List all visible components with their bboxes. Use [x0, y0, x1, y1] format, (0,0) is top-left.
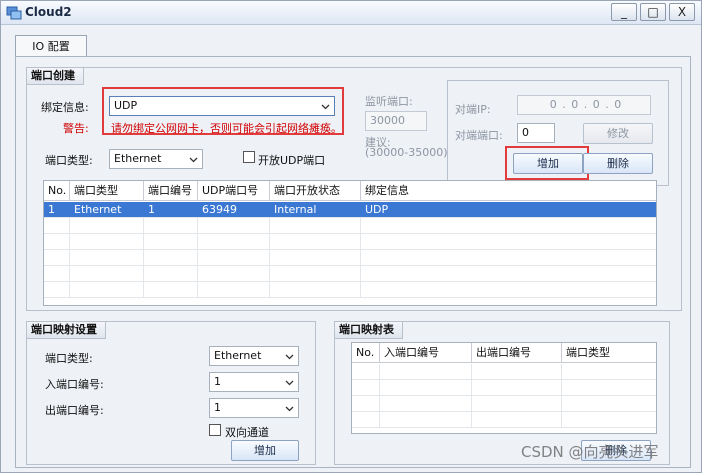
title-bar: Cloud2 _ □ X: [1, 1, 701, 25]
open-udp-checkbox[interactable]: [243, 151, 255, 163]
port-type-label: 端口类型:: [45, 154, 93, 167]
out-port-label: 出端口编号:: [45, 404, 104, 417]
window-title: Cloud2: [25, 5, 72, 19]
chevron-down-icon: [285, 406, 294, 412]
port-mapping-settings-title: 端口映射设置: [26, 321, 106, 339]
cell-open-state: Internal: [270, 202, 361, 217]
port-type-value: Ethernet: [114, 152, 162, 165]
empty-row: [44, 250, 656, 266]
chevron-down-icon: [321, 104, 330, 110]
close-button[interactable]: X: [669, 3, 695, 21]
binding-label: 绑定信息:: [41, 101, 89, 114]
chevron-down-icon: [189, 157, 198, 163]
port-create-title: 端口创建: [26, 67, 84, 85]
cloud2-window: Cloud2 _ □ X IO 配置 端口创建 绑定信息: UDP 警告: 请勿…: [0, 0, 702, 473]
col-port-number: 端口编号: [144, 181, 198, 201]
binding-value: UDP: [114, 99, 138, 112]
map-col-port-type: 端口类型: [566, 346, 610, 359]
map-col-in-port: 入端口编号: [380, 343, 472, 363]
col-port-type: 端口类型: [70, 181, 144, 201]
maximize-button[interactable]: □: [640, 3, 666, 21]
out-port-select[interactable]: 1: [209, 398, 299, 418]
map-col-no: No.: [352, 343, 380, 363]
map-port-type-label: 端口类型:: [45, 352, 93, 365]
cell-udp-port: 63949: [198, 202, 270, 217]
peer-ip-input[interactable]: 0 . 0 . 0 . 0: [517, 95, 651, 115]
io-config-panel: 端口创建 绑定信息: UDP 警告: 请勿绑定公网网卡，否则可能会引起网络瘫痪。…: [15, 56, 691, 468]
in-port-label: 入端口编号:: [45, 378, 104, 391]
port-create-group: 端口创建 绑定信息: UDP 警告: 请勿绑定公网网卡，否则可能会引起网络瘫痪。…: [26, 67, 682, 311]
warning-label: 警告:: [63, 122, 89, 135]
port-type-select[interactable]: Ethernet: [109, 149, 203, 169]
empty-row: [44, 234, 656, 250]
cell-binding: UDP: [365, 203, 389, 216]
open-udp-label: 开放UDP端口: [258, 154, 326, 167]
minimize-button[interactable]: _: [611, 3, 637, 21]
add-port-button[interactable]: 增加: [513, 153, 583, 174]
map-port-type-select[interactable]: Ethernet: [209, 346, 299, 366]
port-table: No. 端口类型 端口编号 UDP端口号 端口开放状态 绑定信息 1 Ether…: [43, 180, 657, 306]
listen-port-input[interactable]: 30000: [365, 111, 427, 131]
tab-io-config[interactable]: IO 配置: [15, 35, 87, 57]
col-open-state: 端口开放状态: [270, 181, 361, 201]
mapping-table: No. 入端口编号 出端口编号 端口类型: [351, 342, 657, 434]
port-mapping-table-title: 端口映射表: [334, 321, 403, 339]
empty-row: [352, 364, 656, 380]
map-col-out-port: 出端口编号: [472, 343, 562, 363]
warning-text: 请勿绑定公网网卡，否则可能会引起网络瘫痪。: [111, 122, 342, 135]
table-row[interactable]: 1 Ethernet 1 63949 Internal UDP: [44, 202, 656, 218]
empty-row: [352, 412, 656, 428]
listen-port-label: 监听端口:: [365, 95, 413, 108]
port-table-header: No. 端口类型 端口编号 UDP端口号 端口开放状态 绑定信息: [44, 181, 656, 201]
bidirectional-checkbox[interactable]: [209, 424, 221, 436]
chevron-down-icon: [285, 354, 294, 360]
cloud-app-icon: [6, 6, 22, 20]
port-mapping-settings-group: 端口映射设置 端口类型: Ethernet 入端口编号: 1 出端口编号: 1 …: [26, 321, 316, 465]
cell-no: 1: [44, 202, 70, 217]
empty-row: [352, 396, 656, 412]
modify-button[interactable]: 修改: [583, 123, 653, 144]
empty-row: [44, 266, 656, 282]
bidirectional-label: 双向通道: [225, 426, 269, 439]
mapping-table-header: No. 入端口编号 出端口编号 端口类型: [352, 343, 656, 363]
csdn-watermark: CSDN @向亮头进军: [521, 443, 659, 461]
binding-select[interactable]: UDP: [109, 96, 335, 116]
cell-port-number: 1: [144, 202, 198, 217]
delete-port-button[interactable]: 删除: [583, 153, 653, 174]
peer-port-label: 对端端口:: [455, 129, 503, 142]
out-port-value: 1: [214, 401, 221, 414]
col-binding: 绑定信息: [365, 184, 409, 197]
map-port-type-value: Ethernet: [214, 349, 262, 362]
in-port-value: 1: [214, 375, 221, 388]
in-port-select[interactable]: 1: [209, 372, 299, 392]
peer-ip-label: 对端IP:: [455, 103, 491, 116]
col-no: No.: [44, 181, 70, 201]
suggest-range: (30000-35000): [365, 146, 448, 159]
peer-port-input[interactable]: 0: [517, 123, 555, 143]
empty-row: [44, 218, 656, 234]
add-mapping-button[interactable]: 增加: [231, 440, 299, 461]
empty-row: [352, 380, 656, 396]
chevron-down-icon: [285, 380, 294, 386]
cell-port-type: Ethernet: [70, 202, 144, 217]
empty-row: [44, 282, 656, 298]
col-udp-port: UDP端口号: [198, 181, 270, 201]
